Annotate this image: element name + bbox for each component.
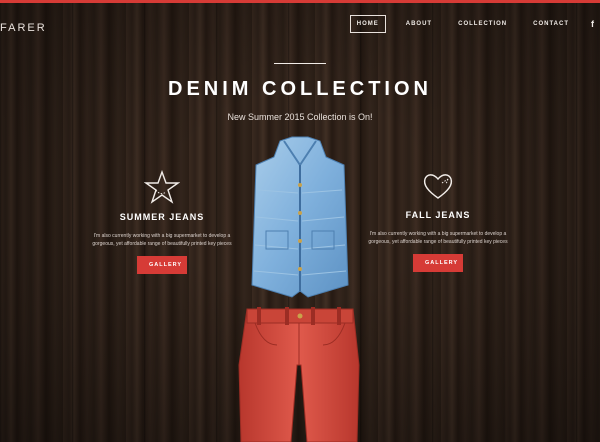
feature-description: I'm also currently working with a big su… [368, 231, 508, 245]
brand-logo[interactable]: FARER [0, 22, 47, 34]
feature-fall-jeans: FALL JEANS I'm also currently working wi… [368, 170, 508, 272]
denim-vest-image [251, 136, 349, 298]
feature-summer-jeans: SUMMER JEANS I'm also currently working … [92, 170, 232, 274]
gallery-button[interactable]: GALLERY [137, 256, 187, 274]
gallery-button[interactable]: GALLERY [413, 254, 463, 272]
hero-title: DENIM COLLECTION [168, 78, 432, 100]
hero-divider [274, 63, 326, 64]
nav-collection[interactable]: COLLECTION [452, 16, 513, 32]
facebook-icon[interactable]: f [591, 19, 594, 29]
star-icon [144, 170, 180, 204]
feature-title: FALL JEANS [405, 210, 471, 220]
red-jeans-image [238, 307, 360, 442]
feature-description: I'm also currently working with a big su… [92, 233, 232, 247]
hero-subtitle: New Summer 2015 Collection is On! [227, 112, 373, 122]
nav-about[interactable]: ABOUT [400, 16, 438, 32]
main-nav: HOME ABOUT COLLECTION CONTACT f [336, 15, 594, 33]
nav-home[interactable]: HOME [349, 15, 386, 33]
top-accent-line [0, 0, 600, 3]
heart-icon [423, 174, 453, 199]
feature-title: SUMMER JEANS [119, 212, 205, 222]
nav-contact[interactable]: CONTACT [527, 16, 575, 32]
